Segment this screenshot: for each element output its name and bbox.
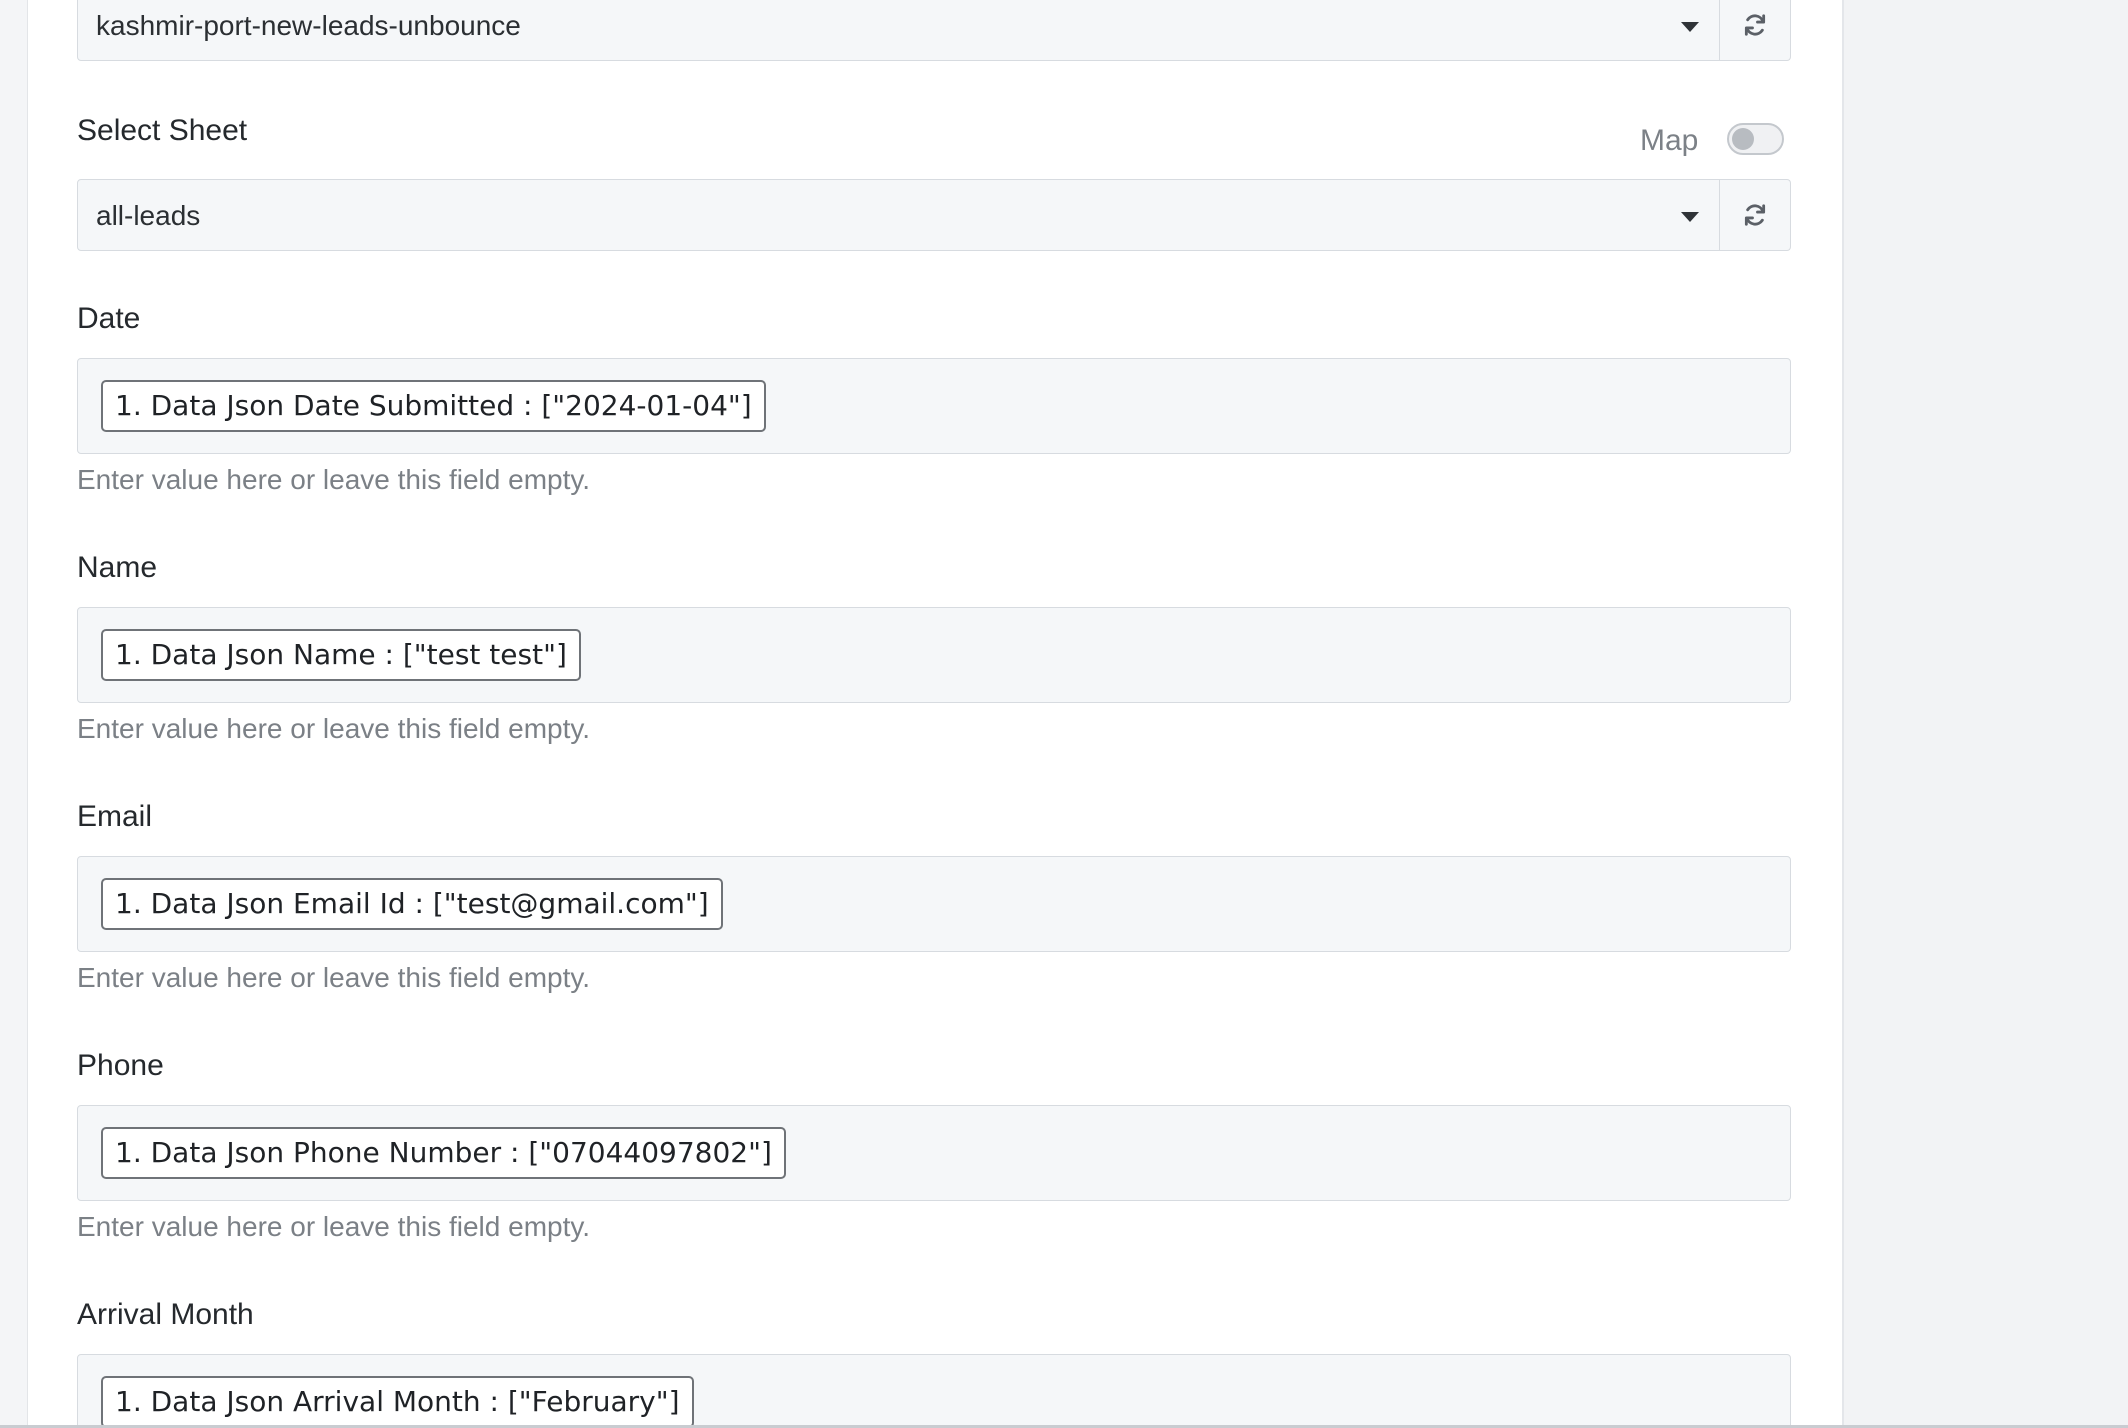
- date-field-input[interactable]: 1. Data Json Date Submitted : ["2024-01-…: [77, 358, 1791, 454]
- email-field-input[interactable]: 1. Data Json Email Id : ["test@gmail.com…: [77, 856, 1791, 952]
- left-gutter: [0, 0, 28, 1428]
- refresh-icon: [1744, 204, 1766, 226]
- arrival-month-mapped-value-chip[interactable]: 1. Data Json Arrival Month : ["February"…: [101, 1376, 694, 1428]
- caret-down-icon: [1681, 212, 1699, 222]
- right-background: [1845, 0, 2128, 1428]
- refresh-icon: [1744, 14, 1766, 36]
- phone-field-hint: Enter value here or leave this field emp…: [77, 1211, 591, 1242]
- name-field-input[interactable]: 1. Data Json Name : ["test test"]: [77, 607, 1791, 703]
- date-field-hint: Enter value here or leave this field emp…: [77, 464, 591, 495]
- name-field-label: Name: [77, 551, 158, 584]
- caret-down-icon: [1681, 22, 1699, 32]
- sheet-select-row: all-leads: [77, 179, 1791, 251]
- spreadsheet-select-value: kashmir-port-new-leads-unbounce: [96, 10, 521, 41]
- arrival-month-field-input[interactable]: 1. Data Json Arrival Month : ["February"…: [77, 1354, 1791, 1428]
- map-toggle-label: Map: [1640, 124, 1699, 157]
- phone-field-label: Phone: [77, 1049, 164, 1082]
- sheet-select[interactable]: all-leads: [77, 179, 1720, 251]
- name-field-hint: Enter value here or leave this field emp…: [77, 713, 591, 744]
- spreadsheet-refresh-button[interactable]: [1720, 0, 1791, 61]
- sheet-select-value: all-leads: [96, 200, 201, 231]
- map-toggle[interactable]: [1727, 123, 1784, 155]
- email-field-hint: Enter value here or leave this field emp…: [77, 962, 591, 993]
- page: kashmir-port-new-leads-unbounce Select S…: [0, 0, 2128, 1428]
- date-field-label: Date: [77, 302, 141, 335]
- arrival-month-field-label: Arrival Month: [77, 1298, 254, 1331]
- spreadsheet-select[interactable]: kashmir-port-new-leads-unbounce: [77, 0, 1720, 61]
- toggle-knob: [1732, 128, 1754, 150]
- spreadsheet-select-row: kashmir-port-new-leads-unbounce: [77, 0, 1791, 61]
- select-sheet-label: Select Sheet: [77, 114, 248, 147]
- phone-field-input[interactable]: 1. Data Json Phone Number : ["0704409780…: [77, 1105, 1791, 1201]
- email-mapped-value-chip[interactable]: 1. Data Json Email Id : ["test@gmail.com…: [101, 878, 723, 930]
- sheet-refresh-button[interactable]: [1720, 179, 1791, 251]
- name-mapped-value-chip[interactable]: 1. Data Json Name : ["test test"]: [101, 629, 581, 681]
- phone-mapped-value-chip[interactable]: 1. Data Json Phone Number : ["0704409780…: [101, 1127, 786, 1179]
- email-field-label: Email: [77, 800, 153, 833]
- date-mapped-value-chip[interactable]: 1. Data Json Date Submitted : ["2024-01-…: [101, 380, 766, 432]
